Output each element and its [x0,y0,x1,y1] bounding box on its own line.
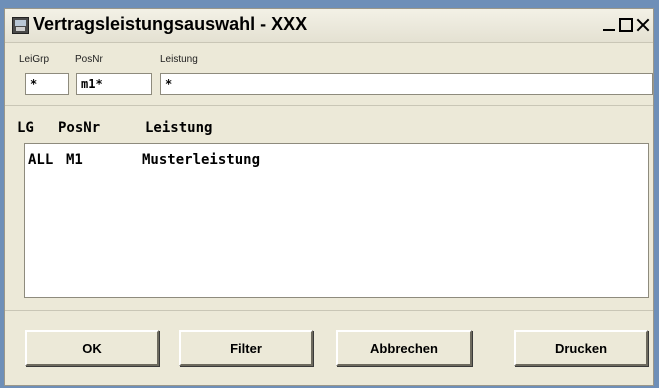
title-bar[interactable]: Vertragsleistungsauswahl - XXX [5,9,653,43]
list-item[interactable]: ALL M1 Musterleistung [25,152,648,170]
leigrp-input[interactable]: * [25,73,69,95]
posnr-input[interactable]: m1* [76,73,152,95]
filter-button[interactable]: Filter [179,330,313,366]
leigrp-label: LeiGrp [19,54,50,65]
minimize-icon[interactable] [602,18,616,32]
cancel-button[interactable]: Abbrechen [336,330,472,366]
leistung-input[interactable]: * [160,73,653,95]
contract-service-selection-window: Vertragsleistungsauswahl - XXX LeiGrp Po… [4,8,654,386]
cell-leistung: Musterleistung [142,152,261,168]
divider [5,105,653,106]
leistung-label: Leistung [160,54,198,65]
service-list[interactable]: ALL M1 Musterleistung [24,143,649,298]
cell-posnr: M1 [66,152,83,168]
maximize-icon[interactable] [619,18,633,32]
column-header-leistung[interactable]: Leistung [145,120,212,136]
print-button[interactable]: Drucken [514,330,648,366]
app-icon [12,17,29,34]
column-header-lg[interactable]: LG [17,120,34,136]
window-title: Vertragsleistungsauswahl - XXX [33,14,308,34]
column-header-posnr[interactable]: PosNr [58,120,100,136]
cell-lg: ALL [28,152,54,168]
close-icon[interactable] [636,18,650,32]
ok-button[interactable]: OK [25,330,159,366]
divider [5,310,653,311]
posnr-label: PosNr [75,54,103,65]
